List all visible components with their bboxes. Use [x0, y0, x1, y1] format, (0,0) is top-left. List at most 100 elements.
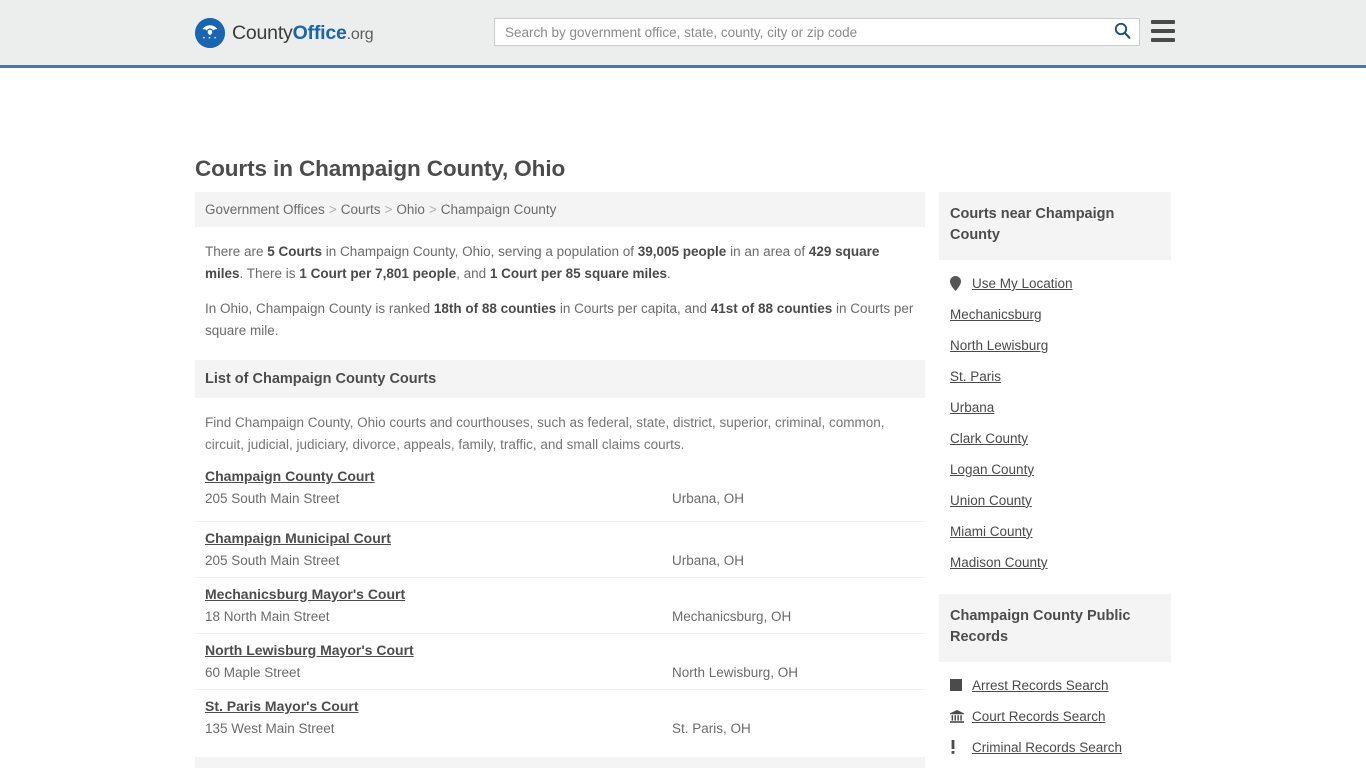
breadcrumb-item-3[interactable]: Champaign County [441, 202, 557, 217]
nearby-court-link[interactable]: North Lewisburg [950, 338, 1048, 353]
breadcrumb-item-2[interactable]: Ohio [396, 202, 425, 217]
court-name-link[interactable]: North Lewisburg Mayor's Court [205, 642, 414, 658]
site-header: CountyOffice.org [0, 0, 1366, 68]
breadcrumb-item-0[interactable]: Government Offices [205, 202, 325, 217]
court-address-line: 205 South Main Street Urbana, OH [205, 491, 915, 506]
search-input[interactable] [495, 19, 1105, 45]
public-record-link[interactable]: Court Records Search [972, 709, 1106, 724]
hamburger-bar-3 [1151, 38, 1175, 42]
public-record-row[interactable]: Driving Records Search [939, 763, 1171, 768]
court-list: Champaign County Court 205 South Main Str… [195, 466, 925, 745]
nearby-court-link[interactable]: Madison County [950, 555, 1048, 570]
nearby-court-row[interactable]: Clark County [939, 423, 1171, 454]
public-record-link[interactable]: Arrest Records Search [972, 678, 1109, 693]
public-record-row[interactable]: Court Records Search [939, 701, 1171, 732]
nearby-court-row[interactable]: Miami County [939, 516, 1171, 547]
stat-text: , and [456, 265, 490, 281]
court-address-line: 18 North Main Street Mechanicsburg, OH [205, 609, 915, 624]
stat-value: 41st of 88 counties [710, 300, 833, 316]
nearby-court-link[interactable]: Clark County [950, 431, 1028, 446]
court-list-item: Mechanicsburg Mayor's Court 18 North Main… [195, 576, 925, 633]
court-list-item: North Lewisburg Mayor's Court 60 Maple St… [195, 632, 925, 689]
court-city: Urbana, OH [672, 490, 745, 506]
court-city: Mechanicsburg, OH [672, 608, 792, 624]
court-address-line: 60 Maple Street North Lewisburg, OH [205, 665, 915, 680]
search-bar[interactable] [494, 18, 1140, 46]
nearby-court-link[interactable]: Miami County [950, 524, 1033, 539]
nearby-court-link[interactable]: Urbana [950, 400, 994, 415]
stat-value: 5 Courts [267, 244, 323, 259]
stat-value: 1 Court per 85 square miles [489, 265, 667, 281]
court-list-item: Champaign Municipal Court 205 South Main … [195, 520, 925, 577]
sidebar: Courts near Champaign County Use My Loca… [939, 192, 1171, 768]
court-street: 18 North Main Street [205, 608, 330, 624]
hamburger-menu-icon[interactable] [1151, 20, 1175, 42]
nearby-court-row[interactable]: Mechanicsburg [939, 299, 1171, 330]
public-record-link[interactable]: Criminal Records Search [972, 740, 1122, 755]
logo-text-part2: Office [292, 21, 347, 44]
court-street: 60 Maple Street [205, 664, 301, 680]
stat-text: in Courts per capita, and [556, 300, 711, 316]
logo-text-part1: County [232, 21, 293, 44]
search-button[interactable] [1105, 19, 1139, 45]
eagle-shield-icon [195, 18, 225, 48]
nearby-court-link[interactable]: St. Paris [950, 369, 1001, 384]
stat-text: In Ohio, Champaign County is ranked [205, 300, 434, 316]
list-section-description: Find Champaign County, Ohio courts and c… [205, 415, 885, 453]
court-list-item: Champaign County Court 205 South Main Str… [195, 466, 925, 521]
nearby-court-link[interactable]: Union County [950, 493, 1032, 508]
nearby-court-row[interactable]: Urbana [939, 392, 1171, 423]
nearby-court-link[interactable]: Use My Location [972, 276, 1073, 291]
nearby-courts-list: Use My Location Mechanicsburg North Lewisb… [939, 260, 1171, 578]
intro-paragraph-2: In Ohio, Champaign County is ranked 18th… [205, 298, 915, 342]
nearby-court-row[interactable]: Madison County [939, 547, 1171, 578]
public-record-row[interactable]: Criminal Records Search [939, 732, 1171, 763]
stat-text: There are [205, 244, 268, 259]
court-name-link[interactable]: Champaign County Court [205, 468, 375, 484]
about-section-heading: About Champaign County Courts [195, 756, 925, 768]
main-column: Government Offices > Courts > Ohio > Champaign… [195, 192, 925, 768]
nearby-court-row[interactable]: Union County [939, 485, 1171, 516]
stat-text: in Champaign County, Ohio, serving a pop… [322, 244, 638, 259]
logo-text: CountyOffice.org [232, 21, 374, 45]
site-logo[interactable]: CountyOffice.org [195, 18, 374, 48]
nearby-courts-heading: Courts near Champaign County [939, 192, 1171, 260]
hamburger-bar-1 [1151, 20, 1175, 24]
breadcrumb-item-1[interactable]: Courts [341, 202, 381, 217]
nearby-court-row[interactable]: St. Paris [939, 361, 1171, 392]
map-pin-icon [950, 275, 966, 291]
court-city: St. Paris, OH [672, 720, 751, 736]
court-name-link[interactable]: Champaign Municipal Court [205, 530, 391, 546]
stat-text: in an area of [726, 244, 809, 259]
list-section-heading: List of Champaign County Courts [195, 360, 925, 399]
breadcrumb-separator: > [328, 202, 337, 217]
nearby-court-row[interactable]: North Lewisburg [939, 330, 1171, 361]
court-address-line: 135 West Main Street St. Paris, OH [205, 721, 915, 736]
exclamation-icon [950, 740, 966, 755]
court-street: 205 South Main Street [205, 490, 340, 506]
stat-value: 39,005 people [637, 244, 727, 259]
header-inner: CountyOffice.org [0, 0, 1366, 65]
page-title: Courts in Champaign County, Ohio [195, 156, 566, 181]
court-city: North Lewisburg, OH [672, 664, 799, 680]
court-name-link[interactable]: Mechanicsburg Mayor's Court [205, 586, 405, 602]
stat-text: . [666, 265, 671, 281]
search-icon [1114, 22, 1131, 42]
breadcrumb-separator: > [384, 202, 393, 217]
nearby-court-row[interactable]: Logan County [939, 454, 1171, 485]
public-records-list: Arrest Records Search Court Records Searc… [939, 662, 1171, 768]
court-address-line: 205 South Main Street Urbana, OH [205, 553, 915, 568]
court-street: 135 West Main Street [205, 720, 335, 736]
public-record-row[interactable]: Arrest Records Search [939, 670, 1171, 701]
stat-value: 18th of 88 counties [433, 300, 557, 316]
nearby-court-row[interactable]: Use My Location [939, 268, 1171, 299]
nearby-court-link[interactable]: Logan County [950, 462, 1034, 477]
court-street: 205 South Main Street [205, 552, 340, 568]
nearby-court-link[interactable]: Mechanicsburg [950, 307, 1042, 322]
breadcrumb: Government Offices > Courts > Ohio > Champaign… [195, 192, 925, 227]
court-name-link[interactable]: St. Paris Mayor's Court [205, 698, 358, 714]
public-records-heading: Champaign County Public Records [939, 593, 1171, 662]
court-city: Urbana, OH [672, 552, 745, 568]
